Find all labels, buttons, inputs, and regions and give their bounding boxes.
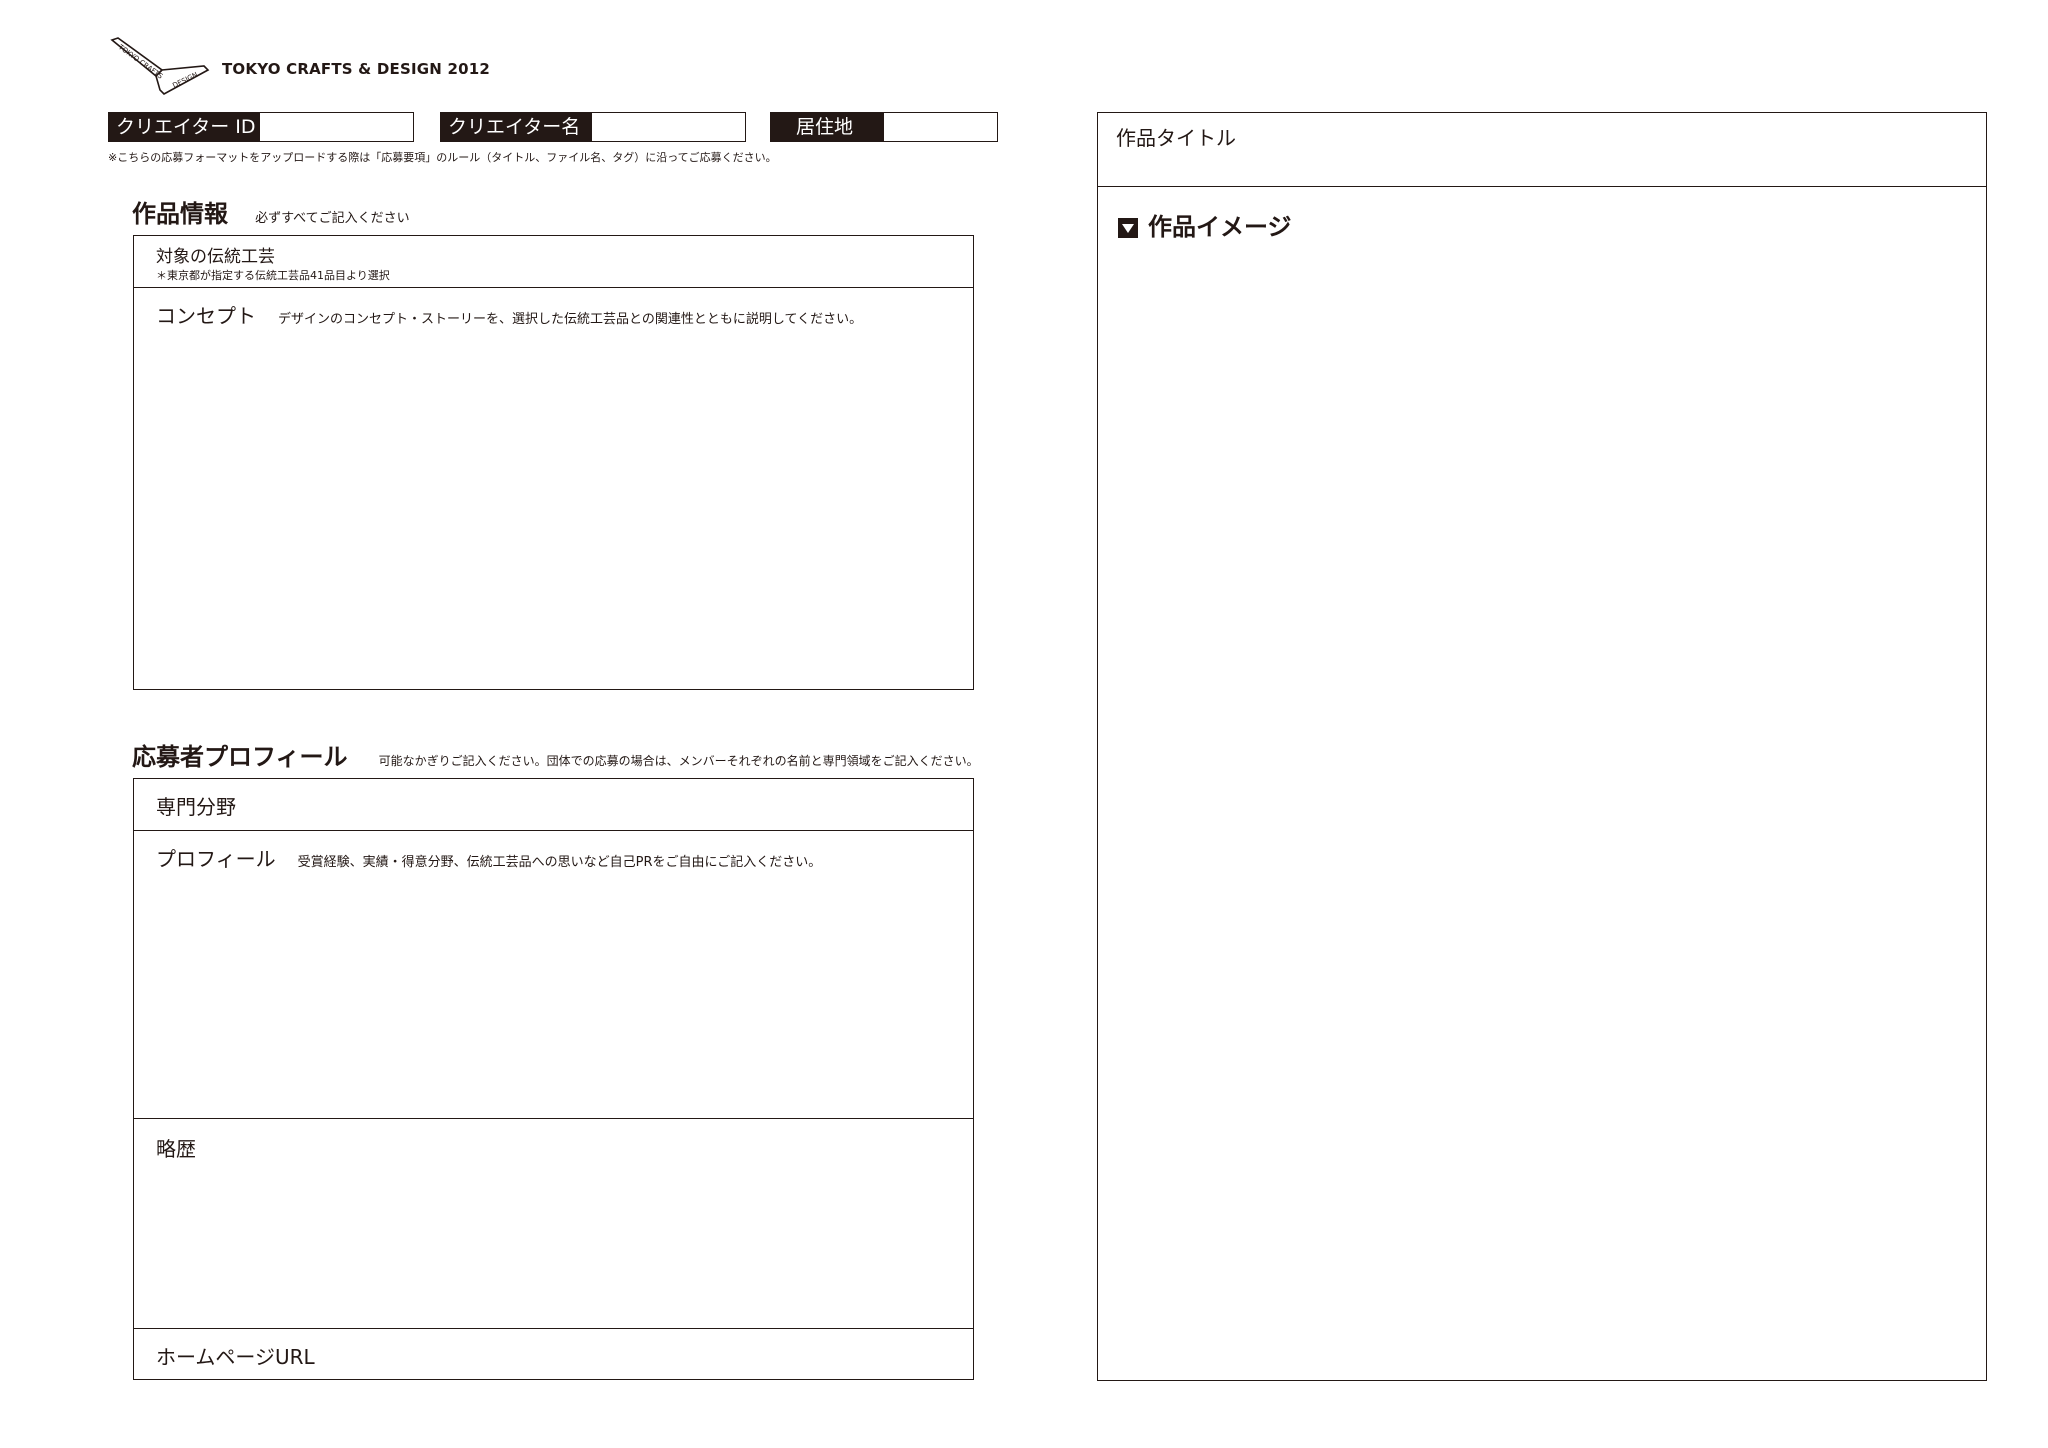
concept-label: コンセプト	[156, 304, 256, 328]
specialty-label: 専門分野	[156, 795, 236, 819]
profile-label: プロフィール	[156, 847, 276, 871]
svg-text:TOKYO CRAFTS: TOKYO CRAFTS	[116, 43, 165, 81]
logo-text: TOKYO CRAFTS & DESIGN 2012	[222, 60, 491, 78]
creator-id-input[interactable]	[260, 112, 414, 142]
craft-note: ＊東京都が指定する伝統工芸品41品目より選択	[156, 269, 390, 282]
history-label: 略歴	[156, 1137, 196, 1161]
profile-box: 専門分野 プロフィール 受賞経験、実績・得意分野、伝統工芸品への思いなど自己PRを…	[133, 778, 974, 1380]
residence-label: 居住地	[770, 112, 884, 142]
work-info-box: 対象の伝統工芸 ＊東京都が指定する伝統工芸品41品目より選択 コンセプト デザイン…	[133, 235, 974, 690]
profile-row[interactable]: プロフィール 受賞経験、実績・得意分野、伝統工芸品への思いなど自己PRをご自由にご…	[134, 831, 973, 1119]
creator-name-field: クリエイター名	[440, 112, 746, 142]
profile-label-wrap: プロフィール 受賞経験、実績・得意分野、伝統工芸品への思いなど自己PRをご自由にご…	[156, 843, 821, 872]
profile-hint: 受賞経験、実績・得意分野、伝統工芸品への思いなど自己PRをご自由にご記入ください…	[297, 855, 822, 870]
concept-label-wrap: コンセプト デザインのコンセプト・ストーリーを、選択した伝統工芸品との関連性ととも…	[156, 300, 862, 329]
work-image-heading: 作品イメージ	[1118, 207, 1292, 242]
svg-text:DESIGN: DESIGN	[171, 71, 199, 90]
residence-input[interactable]	[884, 112, 998, 142]
homepage-row[interactable]: ホームページURL	[134, 1329, 973, 1379]
creator-name-input[interactable]	[592, 112, 746, 142]
history-row[interactable]: 略歴	[134, 1119, 973, 1329]
residence-field: 居住地	[770, 112, 998, 142]
upload-note: ※こちらの応募フォーマットをアップロードする際は「応募要項」のルール（タイトル、…	[108, 151, 777, 164]
specialty-row[interactable]: 専門分野	[134, 779, 973, 831]
work-image-area[interactable]: 作品イメージ	[1098, 187, 1986, 1380]
work-info-heading: 作品情報 必ずすべてご記入ください	[132, 194, 410, 229]
concept-hint: デザインのコンセプト・ストーリーを、選択した伝統工芸品との関連性とともに説明して…	[278, 312, 863, 327]
logo-mark-icon: TOKYO CRAFTS DESIGN	[110, 37, 210, 95]
creator-name-label: クリエイター名	[440, 112, 592, 142]
homepage-label: ホームページURL	[156, 1345, 315, 1369]
work-title-row[interactable]: 作品タイトル	[1098, 113, 1986, 187]
work-title-label: 作品タイトル	[1116, 126, 1236, 150]
creator-id-field: クリエイター ID	[108, 112, 414, 142]
creator-id-label: クリエイター ID	[108, 112, 260, 142]
profile-heading: 応募者プロフィール 可能なかぎりご記入ください。団体での応募の場合は、メンバーそ…	[132, 737, 979, 772]
work-info-subtitle: 必ずすべてご記入ください	[255, 211, 410, 226]
work-image-label: 作品イメージ	[1148, 213, 1292, 241]
profile-title: 応募者プロフィール	[132, 743, 348, 771]
concept-row[interactable]: コンセプト デザインのコンセプト・ストーリーを、選択した伝統工芸品との関連性ととも…	[134, 288, 973, 689]
craft-row[interactable]: 対象の伝統工芸 ＊東京都が指定する伝統工芸品41品目より選択	[134, 236, 973, 288]
craft-label: 対象の伝統工芸	[156, 247, 275, 267]
profile-subtitle: 可能なかぎりご記入ください。団体での応募の場合は、メンバーそれぞれの名前と専門領…	[378, 754, 979, 768]
right-panel: 作品タイトル 作品イメージ	[1097, 112, 1987, 1381]
work-info-title: 作品情報	[132, 200, 228, 228]
logo: TOKYO CRAFTS DESIGN	[104, 36, 214, 96]
triangle-down-icon	[1118, 218, 1138, 238]
